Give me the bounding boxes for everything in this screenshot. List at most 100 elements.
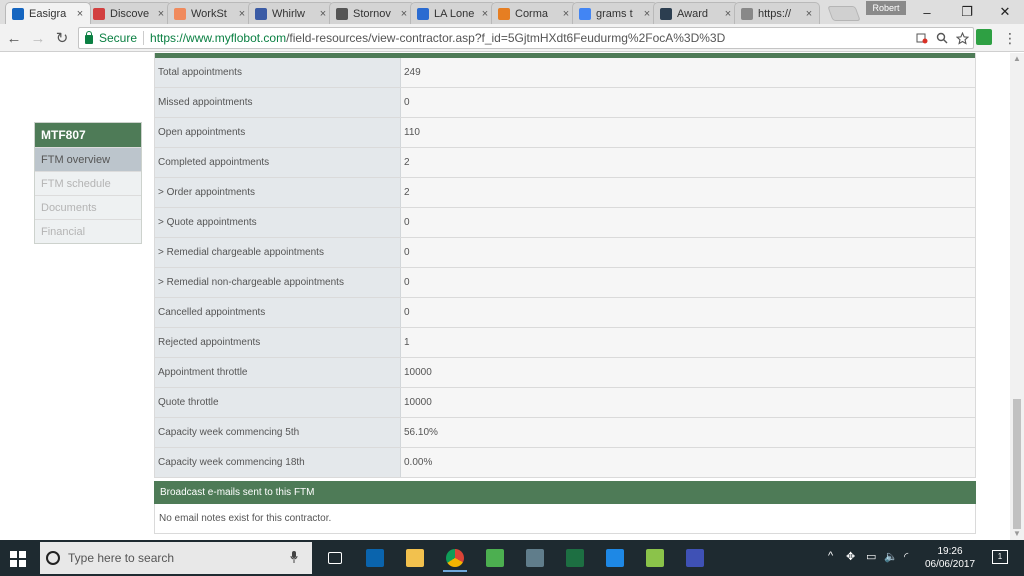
tab-6[interactable]: Corma × bbox=[491, 2, 577, 24]
blocked-content-icon[interactable] bbox=[913, 29, 931, 47]
scroll-up-icon[interactable]: ▲ bbox=[1010, 53, 1024, 65]
url-host: https://www.myflobot.com bbox=[150, 31, 287, 45]
stat-label: Total appointments bbox=[155, 58, 401, 87]
tab-0[interactable]: Easigra × bbox=[5, 2, 91, 24]
tab-close-icon[interactable]: × bbox=[398, 8, 410, 20]
table-row: > Remedial non-chargeable appointments 0 bbox=[155, 268, 975, 298]
stat-value: 0 bbox=[401, 208, 975, 237]
new-tab-button[interactable] bbox=[827, 6, 861, 21]
page-scrollbar[interactable]: ▲ ▼ bbox=[1010, 53, 1024, 540]
tray-expand-icon[interactable]: ^ bbox=[828, 550, 833, 562]
windows-start-icon[interactable] bbox=[10, 551, 26, 567]
edge-taskbar-button[interactable] bbox=[600, 544, 630, 572]
tab-4[interactable]: Stornov × bbox=[329, 2, 415, 24]
table-row: Completed appointments 2 bbox=[155, 148, 975, 178]
excel-taskbar-button[interactable] bbox=[560, 544, 590, 572]
zoom-icon[interactable] bbox=[933, 29, 951, 47]
stat-label: > Quote appointments bbox=[155, 208, 401, 237]
tab-1[interactable]: Discove × bbox=[86, 2, 172, 24]
task-view-taskbar-button[interactable] bbox=[320, 544, 350, 572]
table-row: > Quote appointments 0 bbox=[155, 208, 975, 238]
stat-label: > Remedial non-chargeable appointments bbox=[155, 268, 401, 297]
nav-documents[interactable]: Documents bbox=[35, 195, 141, 219]
tab-5[interactable]: LA Lone × bbox=[410, 2, 496, 24]
appointment-stats-table: Total appointments 249 Missed appointments… bbox=[154, 53, 976, 478]
cortana-icon bbox=[46, 551, 60, 565]
broadcast-empty-note: No email notes exist for this contractor… bbox=[154, 504, 976, 534]
microphone-icon[interactable] bbox=[290, 550, 300, 566]
action-center-icon[interactable]: 1 bbox=[992, 550, 1008, 564]
search-placeholder: Type here to search bbox=[68, 551, 175, 565]
stat-value: 2 bbox=[401, 148, 975, 177]
browser-toolbar: ← → ↻ Secure https://www.myflobot.com/fi… bbox=[0, 24, 1024, 52]
maximize-button[interactable]: ❐ bbox=[948, 0, 986, 24]
stat-value: 0.00% bbox=[401, 448, 975, 477]
app3-taskbar-button[interactable] bbox=[640, 544, 670, 572]
scroll-down-icon[interactable]: ▼ bbox=[1010, 528, 1024, 540]
tab-3[interactable]: Whirlw × bbox=[248, 2, 334, 24]
reload-button[interactable]: ↻ bbox=[52, 28, 72, 48]
back-button[interactable]: ← bbox=[4, 28, 24, 48]
tab-close-icon[interactable]: × bbox=[155, 8, 167, 20]
tab-close-icon[interactable]: × bbox=[479, 8, 491, 20]
tab-2[interactable]: WorkSt × bbox=[167, 2, 253, 24]
file-explorer-taskbar-button[interactable] bbox=[400, 544, 430, 572]
network-icon[interactable]: ▭ bbox=[866, 550, 876, 563]
stat-value: 0 bbox=[401, 298, 975, 327]
nav-financial[interactable]: Financial bbox=[35, 219, 141, 243]
easigrant-icon bbox=[12, 7, 24, 20]
stat-value: 249 bbox=[401, 58, 975, 87]
broadcast-emails-header: Broadcast e-mails sent to this FTM bbox=[154, 481, 976, 504]
tab-label: Corma bbox=[515, 7, 549, 20]
system-clock[interactable]: 19:26 06/06/2017 bbox=[918, 545, 982, 571]
tab-label: Award bbox=[677, 7, 708, 20]
app4-taskbar-button[interactable] bbox=[680, 544, 710, 572]
table-row: Capacity week commencing 5th 56.10% bbox=[155, 418, 975, 448]
tab-close-icon[interactable]: × bbox=[74, 8, 86, 20]
table-row: Cancelled appointments 0 bbox=[155, 298, 975, 328]
scroll-thumb[interactable] bbox=[1013, 399, 1021, 529]
forward-button[interactable]: → bbox=[28, 28, 48, 48]
bookmark-star-icon[interactable] bbox=[953, 29, 971, 47]
tab-close-icon[interactable]: × bbox=[803, 8, 815, 20]
stat-value: 0 bbox=[401, 88, 975, 117]
volume-icon[interactable]: 🔈 bbox=[884, 550, 898, 563]
tab-9[interactable]: https:// × bbox=[734, 2, 820, 24]
url-text[interactable]: https://www.myflobot.com/field-resources… bbox=[150, 31, 913, 45]
tab-close-icon[interactable]: × bbox=[236, 8, 248, 20]
task-view-icon bbox=[328, 552, 342, 564]
tab-7[interactable]: grams t × bbox=[572, 2, 658, 24]
tab-close-icon[interactable]: × bbox=[641, 8, 653, 20]
stat-label: Missed appointments bbox=[155, 88, 401, 117]
tray-app-icon[interactable]: ✥ bbox=[846, 550, 855, 563]
outlook-taskbar-button[interactable] bbox=[360, 544, 390, 572]
address-bar[interactable]: Secure https://www.myflobot.com/field-re… bbox=[78, 27, 974, 49]
chrome-icon bbox=[446, 549, 464, 567]
tab-close-icon[interactable]: × bbox=[560, 8, 572, 20]
close-window-button[interactable]: ✕ bbox=[986, 0, 1024, 24]
clock-time: 19:26 bbox=[937, 546, 963, 557]
excel-icon bbox=[566, 549, 584, 567]
award-icon bbox=[660, 7, 672, 20]
taskbar-search-box[interactable]: Type here to search bbox=[40, 542, 312, 574]
tab-close-icon[interactable]: × bbox=[722, 8, 734, 20]
table-row: Missed appointments 0 bbox=[155, 88, 975, 118]
chrome-taskbar-button[interactable] bbox=[440, 544, 470, 572]
tab-label: Whirlw bbox=[272, 7, 305, 20]
app-taskbar-button[interactable] bbox=[480, 544, 510, 572]
tab-close-icon[interactable]: × bbox=[317, 8, 329, 20]
minimize-button[interactable]: – bbox=[908, 0, 946, 24]
url-path: /field-resources/view-contractor.asp?f_i… bbox=[286, 31, 726, 45]
tab-label: LA Lone bbox=[434, 7, 475, 20]
nav-ftm-schedule[interactable]: FTM schedule bbox=[35, 171, 141, 195]
app2-taskbar-button[interactable] bbox=[520, 544, 550, 572]
tab-8[interactable]: Award × bbox=[653, 2, 739, 24]
extension-icon[interactable] bbox=[976, 29, 992, 45]
tab-label: WorkSt bbox=[191, 7, 227, 20]
nav-ftm-overview[interactable]: FTM overview bbox=[35, 147, 141, 171]
browser-menu-icon[interactable]: ⋮ bbox=[1003, 28, 1017, 48]
profile-name[interactable]: Robert bbox=[866, 1, 906, 15]
wifi-icon[interactable]: ◜ bbox=[904, 550, 908, 563]
stat-label: Cancelled appointments bbox=[155, 298, 401, 327]
stornoway-icon bbox=[336, 7, 348, 20]
